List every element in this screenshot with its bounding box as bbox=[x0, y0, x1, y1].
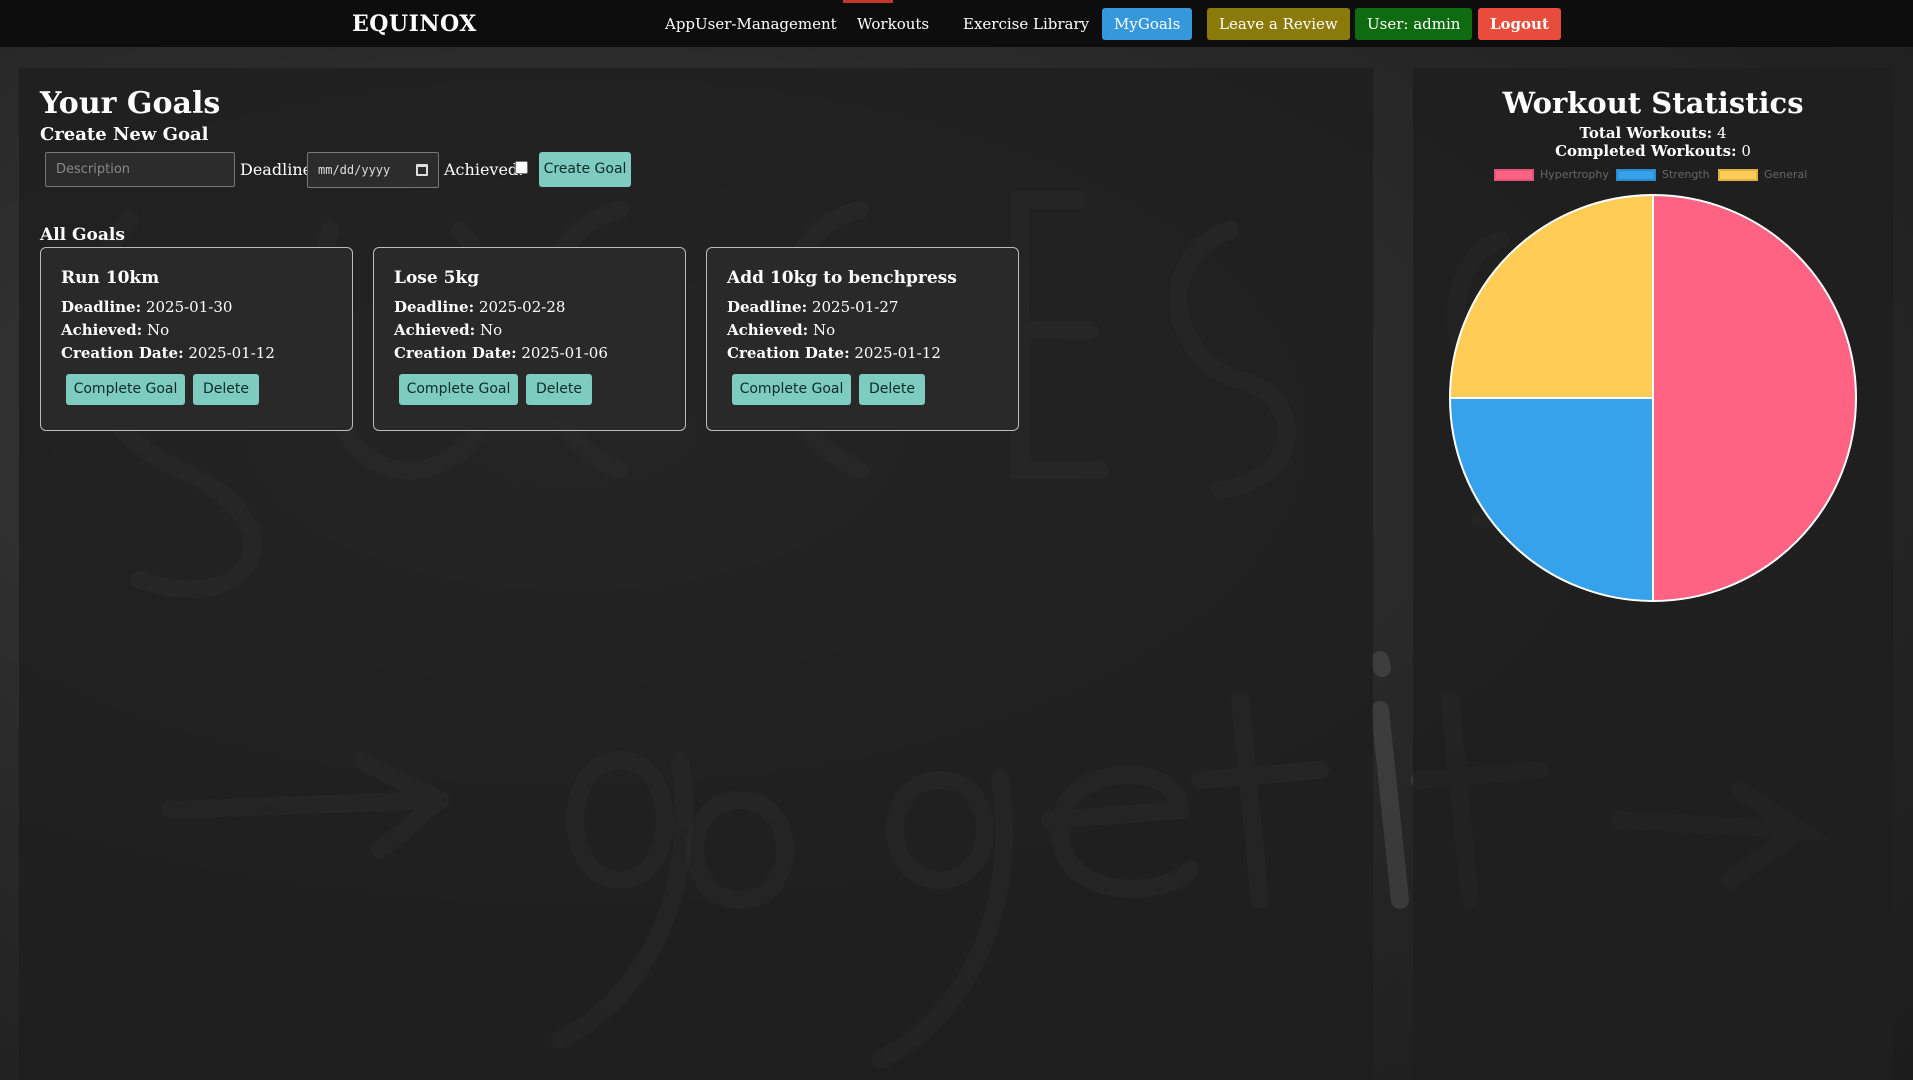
goal-achieved: Achieved: No bbox=[727, 321, 836, 339]
goal-name: Lose 5kg bbox=[394, 268, 480, 288]
delete-goal-button[interactable]: Delete bbox=[859, 374, 925, 405]
goal-name: Run 10km bbox=[61, 268, 160, 288]
create-goal-heading: Create New Goal bbox=[40, 124, 209, 145]
top-navbar: EQUINOX AppUser-Management Workouts Exer… bbox=[0, 0, 1913, 47]
create-goal-button[interactable]: Create Goal bbox=[539, 152, 631, 187]
mygoals-button[interactable]: MyGoals bbox=[1102, 8, 1193, 40]
complete-goal-button[interactable]: Complete Goal bbox=[732, 374, 851, 405]
achieved-label: Achieved: bbox=[444, 160, 524, 179]
brand-logo[interactable]: EQUINOX bbox=[352, 11, 477, 37]
legend-swatch bbox=[1718, 168, 1758, 181]
goal-card: Lose 5kg Deadline: 2025-02-28 Achieved: … bbox=[373, 247, 686, 431]
pie-slice-hypertrophy[interactable] bbox=[1652, 193, 1857, 603]
goal-achieved: Achieved: No bbox=[61, 321, 170, 339]
goal-achieved: Achieved: No bbox=[394, 321, 503, 339]
nav-link-appuser-management[interactable]: AppUser-Management bbox=[665, 15, 837, 33]
legend-swatch bbox=[1616, 168, 1656, 181]
legend-label: General bbox=[1764, 168, 1808, 181]
goal-deadline: Deadline: 2025-02-28 bbox=[394, 298, 566, 316]
description-input[interactable] bbox=[45, 152, 235, 187]
legend-label: Hypertrophy bbox=[1540, 168, 1609, 181]
calendar-icon[interactable] bbox=[416, 164, 428, 176]
goal-card: Add 10kg to benchpress Deadline: 2025-01… bbox=[706, 247, 1019, 431]
deadline-label: Deadline: bbox=[240, 160, 318, 179]
legend-label: Strength bbox=[1662, 168, 1710, 181]
goal-creation-date: Creation Date: 2025-01-12 bbox=[727, 344, 941, 362]
legend-item-hypertrophy[interactable]: Hypertrophy bbox=[1494, 168, 1609, 181]
goal-creation-date: Creation Date: 2025-01-12 bbox=[61, 344, 275, 362]
complete-goal-button[interactable]: Complete Goal bbox=[66, 374, 185, 405]
completed-workouts: Completed Workouts: 0 bbox=[1555, 142, 1751, 160]
user-button[interactable]: User: admin bbox=[1355, 8, 1473, 40]
delete-goal-button[interactable]: Delete bbox=[193, 374, 259, 405]
all-goals-heading: All Goals bbox=[40, 225, 125, 245]
leave-review-button[interactable]: Leave a Review bbox=[1207, 8, 1350, 40]
legend-swatch bbox=[1494, 168, 1534, 181]
pie-slice-strength[interactable] bbox=[1448, 397, 1654, 603]
stats-title: Workout Statistics bbox=[1502, 86, 1804, 120]
workout-pie-chart bbox=[1448, 193, 1857, 603]
pie-slice-general[interactable] bbox=[1448, 193, 1654, 399]
goals-panel bbox=[19, 68, 1373, 1080]
goal-card: Run 10km Deadline: 2025-01-30 Achieved: … bbox=[40, 247, 353, 431]
nav-link-workouts[interactable]: Workouts bbox=[857, 15, 929, 33]
achieved-checkbox[interactable] bbox=[515, 161, 528, 174]
page-title: Your Goals bbox=[40, 86, 221, 121]
deadline-date-input[interactable]: mm/dd/yyyy bbox=[307, 152, 439, 188]
nav-link-exercise-library[interactable]: Exercise Library bbox=[963, 15, 1089, 33]
complete-goal-button[interactable]: Complete Goal bbox=[399, 374, 518, 405]
delete-goal-button[interactable]: Delete bbox=[526, 374, 592, 405]
goal-creation-date: Creation Date: 2025-01-06 bbox=[394, 344, 608, 362]
date-placeholder: mm/dd/yyyy bbox=[318, 163, 391, 177]
legend-item-general[interactable]: General bbox=[1718, 168, 1807, 181]
goal-name: Add 10kg to benchpress bbox=[727, 268, 957, 288]
goal-deadline: Deadline: 2025-01-30 bbox=[61, 298, 233, 316]
legend-item-strength[interactable]: Strength bbox=[1616, 168, 1710, 181]
nav-active-indicator bbox=[843, 0, 893, 3]
goal-deadline: Deadline: 2025-01-27 bbox=[727, 298, 899, 316]
logout-button[interactable]: Logout bbox=[1478, 8, 1561, 40]
total-workouts: Total Workouts: 4 bbox=[1579, 124, 1727, 142]
